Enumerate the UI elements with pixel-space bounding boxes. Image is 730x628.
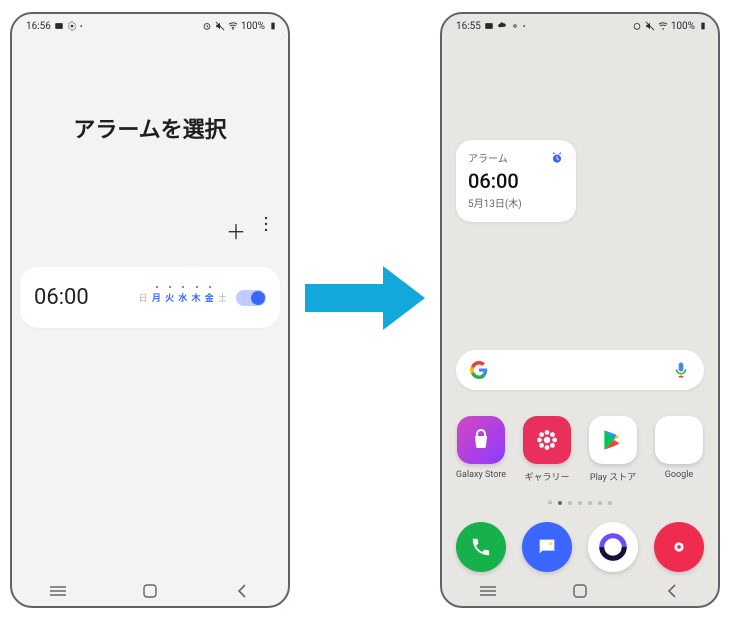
pic-icon bbox=[54, 21, 64, 31]
alarm-toggle[interactable] bbox=[236, 290, 266, 306]
mute-icon bbox=[645, 21, 655, 31]
battery-icon bbox=[698, 21, 708, 31]
alarm-widget[interactable]: アラーム 06:00 5月13日(木) bbox=[456, 140, 576, 222]
alarm-days: 日 月 火 水 木 金 土 bbox=[139, 291, 228, 304]
dot: • bbox=[80, 22, 83, 31]
alarm-time: 06:00 bbox=[34, 285, 89, 310]
page-title: アラームを選択 bbox=[12, 112, 288, 144]
status-time: 16:56 bbox=[26, 21, 51, 32]
statusbar: 16:55 • 100% bbox=[442, 14, 718, 34]
phone-left-frame: 16:56 • 100% アラームを選択 ＋ 06:00 日 月 火 水 bbox=[10, 12, 290, 608]
wifi-icon bbox=[658, 21, 668, 31]
home-button[interactable] bbox=[141, 582, 159, 600]
google-search-bar[interactable] bbox=[456, 350, 704, 390]
gear-icon bbox=[510, 21, 520, 31]
recent-apps-button[interactable] bbox=[49, 582, 67, 600]
status-battery: 100% bbox=[241, 21, 265, 32]
gear-icon bbox=[67, 21, 77, 31]
app-play-store[interactable] bbox=[583, 416, 643, 464]
app-galaxy-store[interactable] bbox=[451, 416, 511, 464]
more-menu-button[interactable] bbox=[264, 216, 268, 245]
back-button[interactable] bbox=[663, 582, 681, 600]
phone-right-frame: 16:55 • 100% アラーム 06:00 5月13日(木) bbox=[440, 12, 720, 608]
status-time: 16:55 bbox=[456, 21, 481, 32]
dock-phone[interactable] bbox=[451, 522, 511, 572]
nav-bar bbox=[12, 582, 288, 600]
mute-icon bbox=[215, 21, 225, 31]
alarm-status-icon bbox=[202, 21, 212, 31]
dock-camera[interactable] bbox=[649, 522, 709, 572]
alarm-row[interactable]: 06:00 日 月 火 水 木 金 土 bbox=[20, 267, 280, 328]
add-alarm-button[interactable]: ＋ bbox=[226, 216, 246, 245]
mic-icon[interactable] bbox=[672, 361, 690, 379]
alarm-status-icon bbox=[632, 21, 642, 31]
arrow-icon bbox=[305, 258, 425, 338]
widget-time: 06:00 bbox=[468, 169, 564, 193]
dot: • bbox=[523, 22, 526, 31]
alarm-icon bbox=[550, 151, 564, 165]
google-logo-icon bbox=[470, 361, 488, 379]
back-button[interactable] bbox=[233, 582, 251, 600]
widget-title: アラーム bbox=[468, 150, 508, 165]
wifi-icon bbox=[228, 21, 238, 31]
cloud-icon bbox=[497, 21, 507, 31]
status-battery: 100% bbox=[671, 21, 695, 32]
app-gallery[interactable] bbox=[517, 416, 577, 464]
page-indicator[interactable]: ≡ bbox=[442, 498, 718, 507]
recent-apps-button[interactable] bbox=[479, 582, 497, 600]
dock-browser[interactable] bbox=[583, 522, 643, 572]
pic-icon bbox=[484, 21, 494, 31]
nav-bar bbox=[442, 582, 718, 600]
statusbar: 16:56 • 100% bbox=[12, 14, 288, 34]
app-google-folder[interactable] bbox=[649, 416, 709, 464]
app-labels: Galaxy Store ギャラリー Play ストア Google bbox=[442, 470, 718, 483]
widget-date: 5月13日(木) bbox=[468, 195, 564, 210]
battery-icon bbox=[268, 21, 278, 31]
home-button[interactable] bbox=[571, 582, 589, 600]
dock-messages[interactable] bbox=[517, 522, 577, 572]
